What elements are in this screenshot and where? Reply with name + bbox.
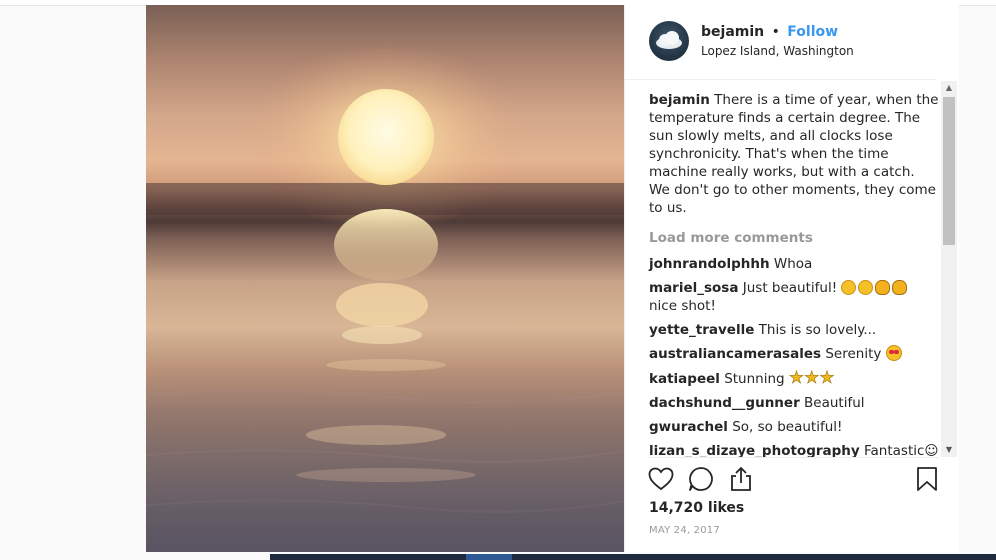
comment-username[interactable]: dachshund__gunner	[649, 395, 800, 411]
comment-username[interactable]: katiapeel	[649, 371, 720, 387]
post-header: bejamin • Follow Lopez Island, Washingto…	[625, 5, 937, 80]
post-sidebar: bejamin • Follow Lopez Island, Washingto…	[624, 5, 959, 560]
star-icon: ★	[788, 368, 805, 388]
comment-icon	[689, 467, 713, 491]
comments-list: bejamin There is a time of year, when th…	[649, 91, 939, 466]
post-caption: bejamin There is a time of year, when th…	[649, 91, 939, 217]
comment-item: mariel_sosa Just beautiful! nice shot!	[649, 279, 939, 315]
username-row: bejamin • Follow	[701, 24, 838, 40]
post-photo[interactable]	[146, 5, 624, 560]
comment-text: Whoa	[773, 256, 813, 272]
share-button[interactable]	[727, 465, 755, 493]
avatar[interactable]	[649, 21, 689, 61]
bookmark-icon	[917, 467, 937, 491]
comment-text: Stunning	[724, 371, 785, 387]
scroll-up-arrow-icon[interactable]: ▲	[941, 81, 957, 95]
scrollbar-thumb[interactable]	[943, 97, 955, 245]
comment-text: Just beautiful!	[742, 280, 838, 296]
post-location[interactable]: Lopez Island, Washington	[701, 44, 854, 58]
comment-item: australiancamerasales Serenity	[649, 345, 939, 363]
comment-item: katiapeel Stunning ★★★	[649, 369, 939, 388]
scroll-down-arrow-icon[interactable]: ▼	[941, 443, 957, 457]
clapping-hands-icon	[892, 280, 908, 295]
taskbar	[270, 554, 996, 560]
taskbar-active-item[interactable]	[466, 554, 512, 560]
separator-dot: •	[771, 24, 780, 40]
save-button[interactable]	[913, 465, 941, 493]
comment-text: So, so beautiful!	[732, 419, 843, 435]
grinning-face-icon	[858, 280, 874, 295]
post-date[interactable]: MAY 24, 2017	[649, 525, 720, 536]
comment-text-continued: nice shot!	[649, 298, 716, 314]
sunset-image	[146, 42, 624, 513]
caption-text: There is a time of year, when the temper…	[649, 92, 939, 216]
comments-scrollbar[interactable]: ▲ ▼	[941, 81, 957, 457]
post-modal: bejamin • Follow Lopez Island, Washingto…	[146, 5, 959, 560]
comment-username[interactable]: mariel_sosa	[649, 280, 738, 296]
comment-text: This is so lovely...	[758, 322, 877, 338]
heart-icon	[648, 467, 674, 491]
heart-eyes-icon	[885, 345, 902, 361]
comment-item: yette_travelle This is so lovely...	[649, 321, 939, 339]
comment-username[interactable]: johnrandolphhh	[649, 256, 770, 272]
likes-count[interactable]: 14,720 likes	[649, 500, 744, 516]
comment-item: dachshund__gunner Beautiful	[649, 394, 939, 412]
comment-username[interactable]: australiancamerasales	[649, 346, 821, 362]
cloud-icon	[656, 31, 682, 49]
follow-button[interactable]: Follow	[787, 24, 838, 40]
actions-divider	[649, 457, 939, 458]
comment-button[interactable]	[687, 465, 715, 493]
comment-text: Serenity	[825, 346, 882, 362]
post-username[interactable]: bejamin	[701, 24, 764, 40]
star-icon: ★	[819, 368, 835, 388]
caption-username[interactable]: bejamin	[649, 92, 710, 108]
like-button[interactable]	[647, 465, 675, 493]
load-more-comments-button[interactable]: Load more comments	[649, 229, 939, 247]
comment-item: johnrandolphhh Whoa	[649, 255, 939, 273]
star-icon: ★	[804, 368, 820, 388]
comment-item: gwurachel So, so beautiful!	[649, 418, 939, 436]
comment-username[interactable]: gwurachel	[649, 419, 728, 435]
comment-username[interactable]: yette_travelle	[649, 322, 754, 338]
comment-text: Beautiful	[804, 395, 865, 411]
share-icon	[731, 467, 751, 491]
grinning-face-icon	[841, 280, 857, 295]
clapping-hands-icon	[875, 280, 891, 295]
